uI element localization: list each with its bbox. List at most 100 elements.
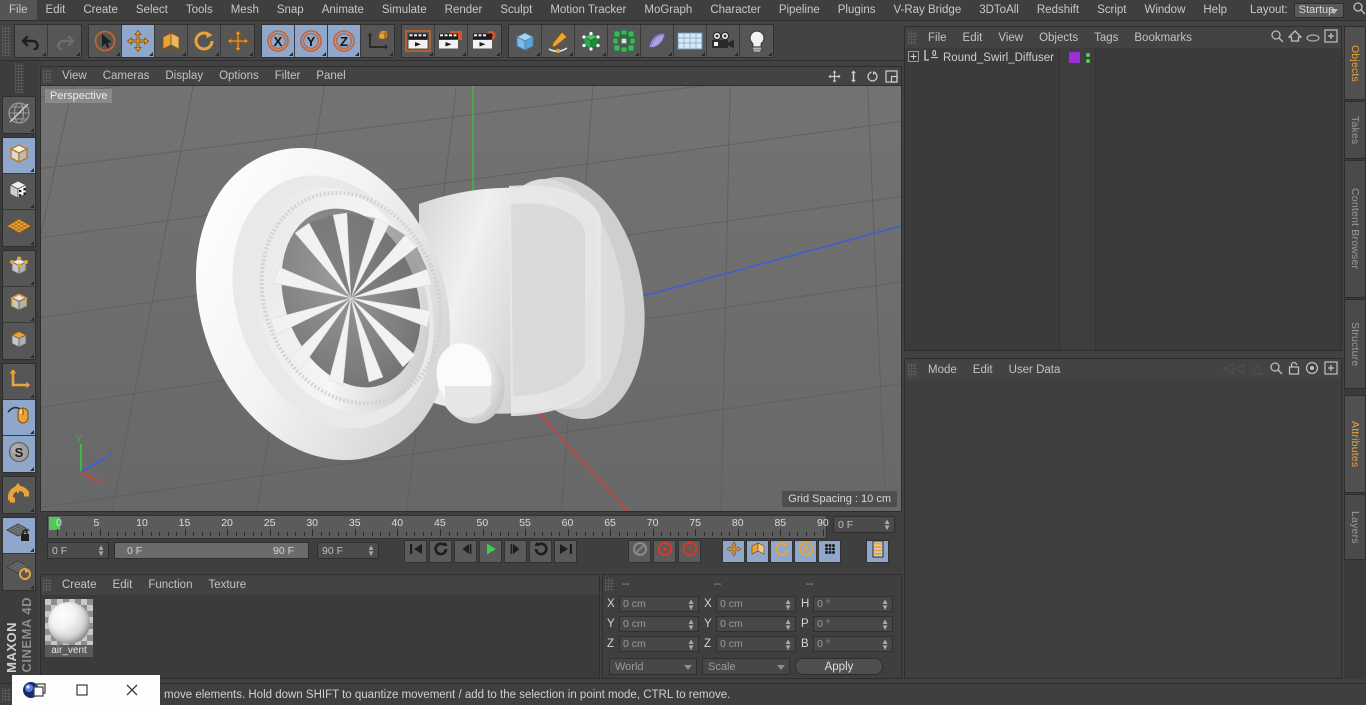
spinner-icon[interactable]: ▲ ▼ <box>784 618 792 632</box>
scale-button[interactable] <box>155 24 188 57</box>
tab-attributes[interactable]: Attributes <box>1344 395 1366 493</box>
menu-script[interactable]: Script <box>1088 0 1135 20</box>
attribute-menu-user-data[interactable]: User Data <box>1001 360 1069 380</box>
step-forward-button[interactable] <box>504 540 527 563</box>
spinner-icon[interactable]: ▲ ▼ <box>784 598 792 612</box>
current-frame-field[interactable]: 0 F ▲ ▼ <box>833 516 895 533</box>
attribute-menu-edit[interactable]: Edit <box>965 360 1001 380</box>
target-icon[interactable] <box>1305 361 1319 380</box>
texture-mode-button[interactable] <box>3 174 35 210</box>
step-back-button[interactable] <box>454 540 477 563</box>
menu-edit[interactable]: Edit <box>37 0 75 20</box>
viewport-canvas[interactable]: Perspective Grid Spacing : 10 cm Y Z X <box>41 86 901 511</box>
menu-select[interactable]: Select <box>127 0 177 20</box>
menu-simulate[interactable]: Simulate <box>373 0 436 20</box>
position-y-input[interactable]: 0 cm ▲ ▼ <box>619 616 699 632</box>
object-menu-objects[interactable]: Objects <box>1031 28 1086 48</box>
object-row[interactable]: 0 Round_Swirl_Diffuser <box>905 48 1059 67</box>
undo-button[interactable] <box>15 24 48 57</box>
layer-color-swatch[interactable] <box>1069 52 1080 63</box>
object-menu-bookmarks[interactable]: Bookmarks <box>1126 28 1200 48</box>
position-x-input[interactable]: 0 cm ▲ ▼ <box>619 596 699 612</box>
spinner-icon[interactable]: ▲ ▼ <box>97 544 105 558</box>
material-list[interactable]: air_vent <box>41 595 599 678</box>
attribute-manager-grip[interactable] <box>908 362 917 377</box>
toolbar-grip[interactable] <box>2 25 11 56</box>
environment-button[interactable] <box>674 24 707 57</box>
menu-animate[interactable]: Animate <box>313 0 373 20</box>
rotation-b-input[interactable]: 0 ° ▲ ▼ <box>813 636 893 652</box>
home-icon[interactable] <box>1287 29 1303 48</box>
expand-toggle-icon[interactable] <box>908 49 919 67</box>
go-to-start-button[interactable] <box>404 540 427 563</box>
key-selection-button[interactable]: ? <box>678 540 701 563</box>
record-active-objects-button[interactable] <box>653 540 676 563</box>
rotation-p-input[interactable]: 0 ° ▲ ▼ <box>813 616 893 632</box>
menu-snap[interactable]: Snap <box>268 0 313 20</box>
back-arrow-icon[interactable] <box>1222 362 1245 380</box>
menu-v-ray-bridge[interactable]: V-Ray Bridge <box>884 0 970 20</box>
viewport-grip[interactable] <box>43 69 52 83</box>
add-layer-icon[interactable] <box>1324 29 1338 48</box>
render-view-button[interactable] <box>402 24 435 57</box>
material-chip[interactable]: air_vent <box>45 599 93 657</box>
menu-plugins[interactable]: Plugins <box>829 0 885 20</box>
object-menu-file[interactable]: File <box>920 28 955 48</box>
spinner-icon[interactable]: ▲ ▼ <box>687 638 695 652</box>
viewport-menu-options[interactable]: Options <box>211 67 267 85</box>
render-visibility-dot[interactable] <box>1086 58 1090 63</box>
start-frame-field[interactable]: 0 F ▲ ▼ <box>47 542 109 559</box>
add-icon[interactable] <box>1324 361 1338 380</box>
tab-content-browser[interactable]: Content Browser <box>1344 160 1366 298</box>
object-menu-edit[interactable]: Edit <box>955 28 991 48</box>
key-pla-button[interactable] <box>818 540 841 563</box>
deformer-button[interactable] <box>641 24 674 57</box>
viewport-menu-panel[interactable]: Panel <box>308 67 353 85</box>
spinner-icon[interactable]: ▲ ▼ <box>883 518 891 532</box>
previous-key-button[interactable] <box>429 540 452 563</box>
menu-character[interactable]: Character <box>701 0 770 20</box>
key-scale-button[interactable] <box>746 540 769 563</box>
size-x-input[interactable]: 0 cm ▲ ▼ <box>716 596 796 612</box>
key-parameter-button[interactable]: P <box>794 540 817 563</box>
tab-layers[interactable]: Layers <box>1344 494 1366 560</box>
autokey-button[interactable] <box>628 540 651 563</box>
attribute-content[interactable] <box>905 380 1341 678</box>
material-menu-create[interactable]: Create <box>54 576 105 595</box>
cube-primitive-button[interactable] <box>509 24 542 57</box>
model-mode-button[interactable] <box>3 138 35 174</box>
workplane-lock-button[interactable] <box>3 518 35 554</box>
material-menu-function[interactable]: Function <box>140 576 200 595</box>
end-frame-field[interactable]: 90 F ▲ ▼ <box>317 542 379 559</box>
tab-structure[interactable]: Structure <box>1344 299 1366 389</box>
world-coordinate-button[interactable] <box>361 24 394 57</box>
object-menu-tags[interactable]: Tags <box>1086 28 1126 48</box>
camera-button[interactable] <box>707 24 740 57</box>
object-menu-view[interactable]: View <box>990 28 1031 48</box>
apply-button[interactable]: Apply <box>795 658 883 675</box>
axis-y-button[interactable]: Y <box>295 24 328 57</box>
spinner-icon[interactable]: ▲ ▼ <box>881 638 889 652</box>
spline-pen-button[interactable] <box>542 24 575 57</box>
next-key-button[interactable] <box>529 540 552 563</box>
rotate-button[interactable] <box>188 24 221 57</box>
point-mode-button[interactable] <box>3 251 35 287</box>
spinner-icon[interactable]: ▲ ▼ <box>367 544 375 558</box>
render-settings-button[interactable] <box>468 24 501 57</box>
search-icon[interactable] <box>1269 361 1283 380</box>
go-to-end-button[interactable] <box>554 540 577 563</box>
position-z-input[interactable]: 0 cm ▲ ▼ <box>619 636 699 652</box>
spinner-icon[interactable]: ▲ ▼ <box>687 618 695 632</box>
maximize-view-icon[interactable] <box>883 68 899 84</box>
viewport-menu-filter[interactable]: Filter <box>267 67 309 85</box>
object-tree[interactable]: 0 Round_Swirl_Diffuser <box>905 48 1341 350</box>
dolly-icon[interactable] <box>845 68 861 84</box>
spinner-icon[interactable]: ▲ ▼ <box>784 638 792 652</box>
timeline-ruler[interactable]: 0 5 10 15 20 25 30 35 40 45 50 55 60 65 70 75 80 85 90 <box>47 515 829 539</box>
snap-magnet-button[interactable] <box>3 477 35 513</box>
material-menu-edit[interactable]: Edit <box>105 576 141 595</box>
forward-arrow-icon[interactable] <box>1250 362 1264 380</box>
spinner-icon[interactable]: ▲ ▼ <box>881 598 889 612</box>
spinner-icon[interactable]: ▲ ▼ <box>881 618 889 632</box>
ellipse-icon[interactable] <box>1306 30 1320 48</box>
